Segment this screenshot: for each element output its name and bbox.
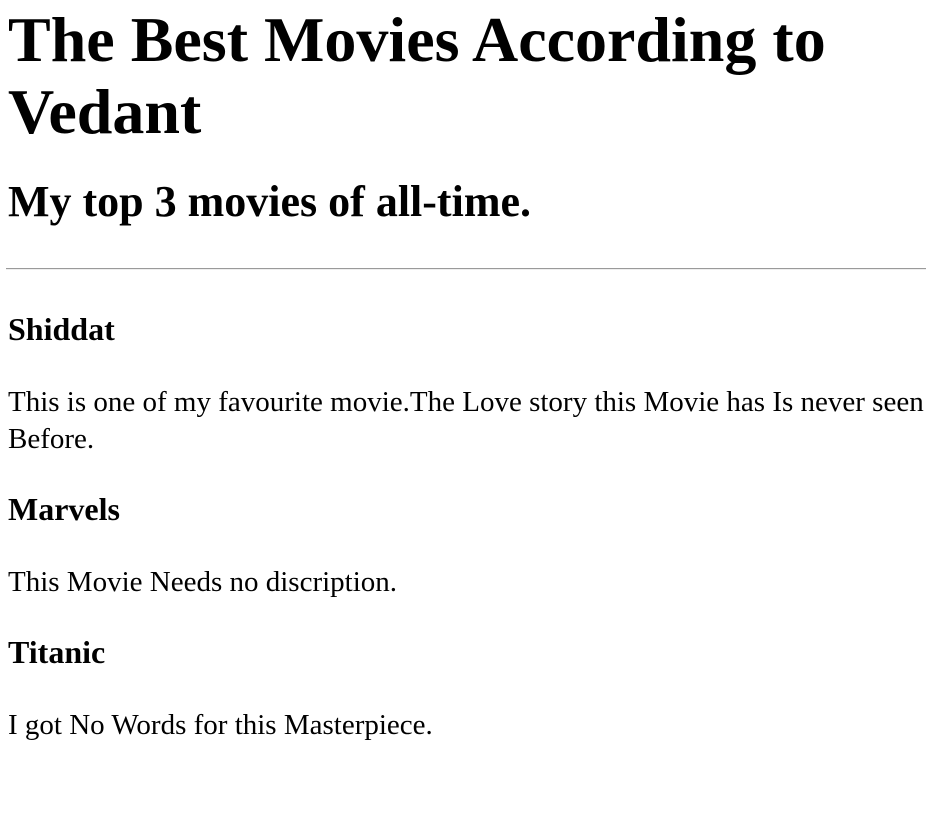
movie-entry: Shiddat This is one of my favourite movi… [8, 310, 924, 458]
movie-title: Marvels [8, 491, 120, 527]
movie-entry: Marvels This Movie Needs no discription. [8, 490, 924, 601]
movie-description: This Movie Needs no discription. [8, 566, 398, 598]
movie-title: Shiddat [8, 311, 115, 347]
movie-description: This is one of my favourite movie.The Lo… [8, 386, 924, 455]
page-subtitle: My top 3 movies of all-time. [8, 177, 531, 226]
page-title: The Best Movies According to Vedant [8, 4, 826, 147]
movie-description: I got No Words for this Masterpiece. [8, 709, 433, 741]
divider [6, 268, 926, 270]
movie-entry: Titanic I got No Words for this Masterpi… [8, 633, 924, 744]
movie-title: Titanic [8, 634, 106, 670]
